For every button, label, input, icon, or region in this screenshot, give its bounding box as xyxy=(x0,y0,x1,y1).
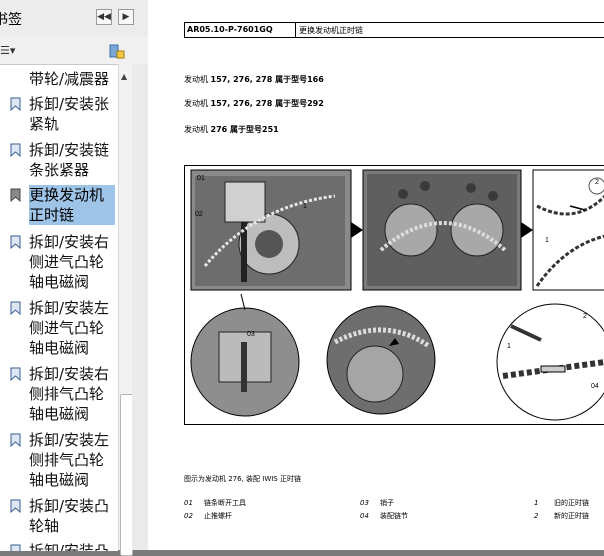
callout-label: 1 xyxy=(507,343,511,350)
figure-panel-chain-routing xyxy=(532,169,604,291)
callout-label: 03 xyxy=(247,331,255,338)
legend-item: 03 销子 xyxy=(360,499,394,507)
bookmark-icon xyxy=(10,499,21,513)
bookmark-icon xyxy=(10,97,21,111)
legend-item: 01 链条断开工具 xyxy=(184,499,246,507)
document-code: AR05.10-P-7601GQ xyxy=(187,25,273,34)
bookmark-icon xyxy=(10,143,21,157)
bookmark-icon xyxy=(10,301,21,315)
callout-label: 04 xyxy=(591,383,599,390)
callout-label: 02 xyxy=(195,211,203,218)
figure-panel-chain-breaker xyxy=(190,169,352,291)
callout-label: 1 xyxy=(303,203,307,210)
bookmark-icon xyxy=(10,433,21,447)
callout-label: 1 xyxy=(545,237,549,244)
next-panel-button[interactable]: ▶ xyxy=(118,9,134,25)
callout-label: 2 xyxy=(595,179,599,186)
document-header: AR05.10-P-7601GQ 更换发动机正时链 xyxy=(184,22,604,38)
bookmark-icon xyxy=(10,367,21,381)
bookmarks-header: 书签 ◀◀ ▶ xyxy=(0,0,148,36)
document-title: 更换发动机正时链 xyxy=(299,26,363,35)
legend-item: 1 旧的正时链 xyxy=(534,499,589,507)
legend-item: 04 装配链节 xyxy=(360,512,408,520)
timing-chain-figure: 01 02 1 1 2 03 1 2 04 xyxy=(184,165,604,425)
legend-item: 2 新的正时链 xyxy=(534,512,589,520)
collapse-panel-button[interactable]: ◀◀ xyxy=(96,9,112,25)
bookmark-icon xyxy=(10,188,21,202)
applicability-line: 发动机 276 属于型号251 xyxy=(184,125,279,134)
figure-detail-pin xyxy=(190,293,300,417)
figure-detail-sprocket xyxy=(326,305,436,415)
bookmarks-panel: 书签 ◀◀ ▶ ☰▾ 带轮/减震器 拆卸/安装张紧轨 拆卸/安装链条张紧器 更换… xyxy=(0,0,149,556)
panel-splitter[interactable] xyxy=(132,64,148,550)
bookmarks-title: 书签 xyxy=(0,12,22,28)
bookmark-tree: 带轮/减震器 拆卸/安装张紧轨 拆卸/安装链条张紧器 更换发动机正时链 拆卸/安… xyxy=(0,64,118,551)
expand-bookmark-icon[interactable] xyxy=(108,43,126,61)
header-divider xyxy=(295,23,296,37)
figure-detail-link-assembly xyxy=(496,303,604,421)
arrow-right-icon xyxy=(351,222,363,238)
figure-caption: 图示为发动机 276, 装配 IWIS 正时链 xyxy=(184,475,301,483)
arrow-right-icon xyxy=(521,222,533,238)
callout-label: 2 xyxy=(583,313,587,320)
options-menu-button[interactable]: ☰▾ xyxy=(0,44,22,60)
legend-item: 02 止推螺杆 xyxy=(184,512,232,520)
document-page: AR05.10-P-7601GQ 更换发动机正时链 发动机 157, 276, … xyxy=(148,0,604,550)
applicability-line: 发动机 157, 276, 278 属于型号166 xyxy=(184,75,324,84)
bookmark-scrollbar[interactable]: ▲ xyxy=(118,64,133,556)
bookmark-icon xyxy=(10,235,21,249)
applicability-line: 发动机 157, 276, 278 属于型号292 xyxy=(184,99,324,108)
callout-label: 01 xyxy=(197,175,205,182)
figure-panel-engine xyxy=(362,169,522,291)
scroll-up-arrow-icon[interactable]: ▲ xyxy=(121,72,127,81)
